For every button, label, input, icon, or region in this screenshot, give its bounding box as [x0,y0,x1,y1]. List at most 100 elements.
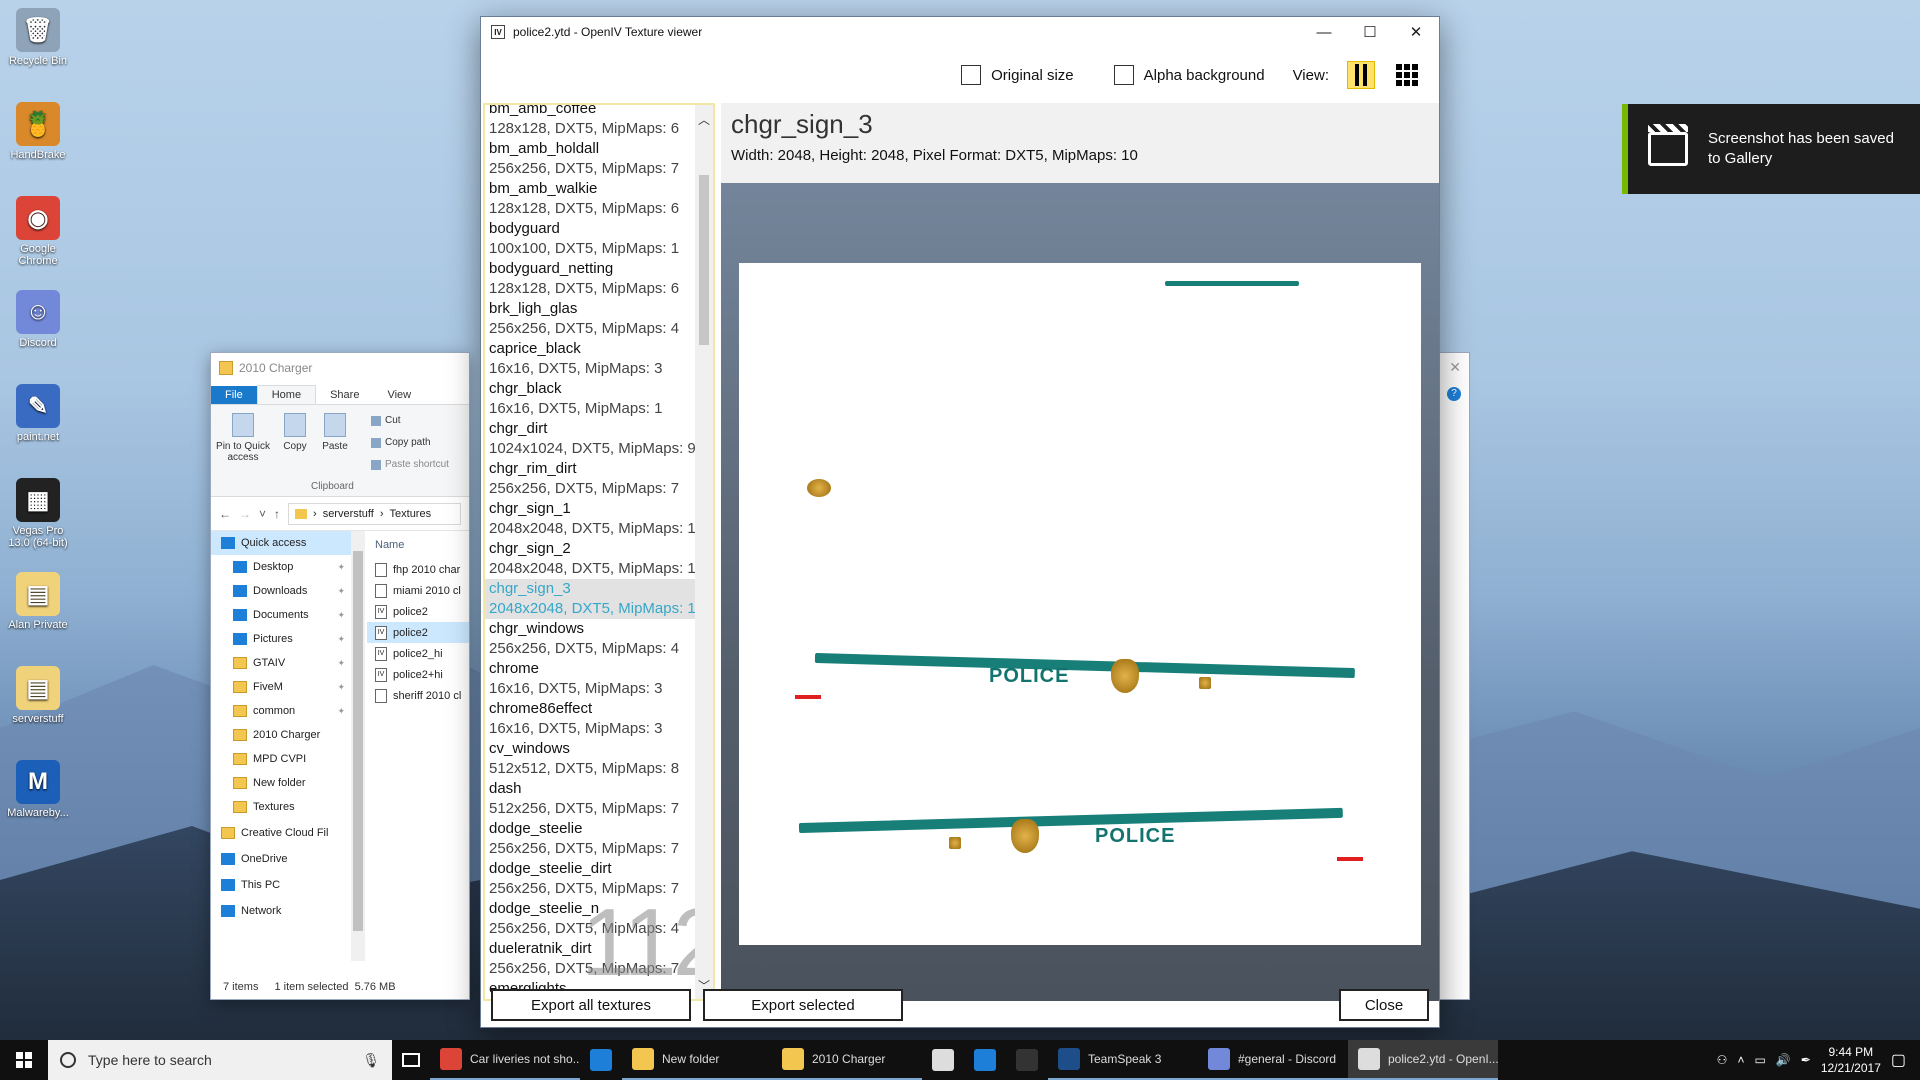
forward-arrow-icon[interactable]: → [239,507,251,521]
pin-icon[interactable]: ✦ [337,706,345,717]
desktop-icon[interactable]: ☺ Discord [4,290,72,349]
texture-preview-area[interactable]: POLICE POLICE [721,183,1439,1001]
nav-item[interactable]: Downloads ✦ [211,579,351,603]
file-row[interactable]: IV police2+hi [367,664,469,685]
openiv-texture-viewer-window[interactable]: IV police2.ytd - OpenIV Texture viewer —… [480,16,1440,1028]
address-bar[interactable]: › serverstuff › Textures [288,502,461,525]
start-button[interactable] [0,1040,48,1080]
nav-item[interactable]: Documents ✦ [211,603,351,627]
file-row[interactable]: IV police2_hi [367,643,469,664]
breadcrumb-serverstuff[interactable]: serverstuff [323,508,374,520]
taskbar-app-button[interactable]: TeamSpeak 3 [1048,1040,1198,1080]
nav-item[interactable]: MPD CVPI [211,747,351,771]
navigation-scrollbar[interactable] [351,531,365,961]
pin-icon[interactable]: ✦ [337,562,345,573]
paste-button[interactable]: Paste [315,413,355,452]
taskbar-clock[interactable]: 9:44 PM 12/21/2017 [1821,1044,1881,1076]
texture-list-item[interactable]: caprice_black 16x16, DXT5, MipMaps: 3 [485,339,713,379]
taskbar-app-button[interactable]: Car liveries not sho... [430,1040,580,1080]
nav-item[interactable]: Network [211,899,351,923]
nav-item[interactable]: Creative Cloud Fil [211,821,351,845]
desktop-icon[interactable]: ▦ Vegas Pro 13.0 (64-bit) [4,478,72,549]
texture-list-item[interactable]: chgr_windows 256x256, DXT5, MipMaps: 4 [485,619,713,659]
file-row[interactable]: sheriff 2010 cl [367,685,469,706]
show-hidden-icons-chevron-icon[interactable]: ˄ [1737,1053,1744,1067]
texture-list-item[interactable]: chgr_dirt 1024x1024, DXT5, MipMaps: 9 [485,419,713,459]
texture-list-item[interactable]: cv_windows 512x512, DXT5, MipMaps: 8 [485,739,713,779]
cut-button[interactable]: Cut [371,415,401,426]
nav-item[interactable]: common ✦ [211,699,351,723]
desktop-icon[interactable]: 🍍 HandBrake [4,102,72,161]
file-explorer-window[interactable]: 2010 Charger File Home Share View Pin to… [210,352,470,1000]
pin-icon[interactable]: ✦ [337,682,345,693]
texture-list-item[interactable]: chgr_black 16x16, DXT5, MipMaps: 1 [485,379,713,419]
texture-list-item[interactable]: chgr_sign_1 2048x2048, DXT5, MipMaps: 1 [485,499,713,539]
view-grid-button[interactable] [1393,61,1421,89]
texture-list-item[interactable]: bm_amb_holdall 256x256, DXT5, MipMaps: 7 [485,139,713,179]
nav-item[interactable]: OneDrive [211,847,351,871]
view-single-button[interactable] [1347,61,1375,89]
export-all-textures-button[interactable]: Export all textures [491,989,691,1021]
texture-list-item[interactable]: dash 512x256, DXT5, MipMaps: 7 [485,779,713,819]
nav-item[interactable]: This PC [211,873,351,897]
file-row[interactable]: fhp 2010 char [367,559,469,580]
pin-icon[interactable]: ✦ [337,634,345,645]
taskbar-app-button[interactable]: police2.ytd - OpenI... [1348,1040,1498,1080]
nav-item[interactable]: New folder [211,771,351,795]
taskbar-app-button[interactable] [580,1040,622,1080]
tab-home[interactable]: Home [256,385,317,404]
people-icon[interactable]: ⚇ [1717,1053,1728,1067]
file-row[interactable]: IV police2 [367,601,469,622]
taskbar-search-box[interactable]: Type here to search 🎙 [48,1040,392,1080]
volume-icon[interactable]: 🔊 [1776,1053,1791,1067]
export-selected-button[interactable]: Export selected [703,989,903,1021]
taskbar-app-button[interactable] [922,1040,964,1080]
nav-item[interactable]: Quick access [211,531,351,555]
minimize-button[interactable]: — [1301,17,1347,47]
texture-list-item[interactable]: brk_ligh_glas 256x256, DXT5, MipMaps: 4 [485,299,713,339]
action-center-icon[interactable]: ▢ [1891,1050,1906,1070]
scroll-thumb[interactable] [353,551,363,931]
desktop-icon[interactable]: ✎ paint.net [4,384,72,443]
tab-view[interactable]: View [373,386,425,404]
texture-list-item[interactable]: chgr_sign_2 2048x2048, DXT5, MipMaps: 1 [485,539,713,579]
close-button[interactable]: ✕ [1393,17,1439,47]
pin-icon[interactable]: ✦ [337,586,345,597]
breadcrumb-textures[interactable]: Textures [390,508,432,520]
desktop-icon[interactable]: M Malwareby... [4,760,72,819]
texture-list-scrollbar[interactable]: ︿ ﹀ [695,105,713,999]
close-icon[interactable]: ✕ [1449,359,1461,376]
back-arrow-icon[interactable]: ← [219,507,231,521]
checkbox-box[interactable] [1113,65,1134,85]
copy-path-button[interactable]: Copy path [371,437,431,448]
texture-list-item[interactable]: bm_amb_walkie 128x128, DXT5, MipMaps: 6 [485,179,713,219]
texture-list-item[interactable]: chrome 16x16, DXT5, MipMaps: 3 [485,659,713,699]
texture-list[interactable]: bm_amb_coffee 128x128, DXT5, MipMaps: 6 bm… [483,103,715,1001]
maximize-button[interactable]: ☐ [1347,17,1393,47]
copy-button[interactable]: Copy [275,413,315,452]
nav-item[interactable]: Textures [211,795,351,819]
desktop-icon[interactable]: ◉ Google Chrome [4,196,72,267]
nav-item[interactable]: FiveM ✦ [211,675,351,699]
texture-list-item[interactable]: chgr_sign_3 2048x2048, DXT5, MipMaps: 10 [485,579,713,619]
texture-list-item[interactable]: chrome86effect 16x16, DXT5, MipMaps: 3 [485,699,713,739]
screenshot-saved-notification[interactable]: Screenshot has been saved to Gallery [1622,104,1920,194]
pen-icon[interactable]: ✒ [1801,1053,1811,1067]
microphone-icon[interactable]: 🎙 [362,1052,380,1069]
explorer-titlebar[interactable]: 2010 Charger [211,353,469,383]
texture-list-item[interactable]: dodge_steelie 256x256, DXT5, MipMaps: 7 [485,819,713,859]
nav-item[interactable]: Pictures ✦ [211,627,351,651]
taskbar-app-button[interactable]: 2010 Charger [772,1040,922,1080]
paste-shortcut-button[interactable]: Paste shortcut [371,459,449,470]
nav-item[interactable]: Desktop ✦ [211,555,351,579]
alpha-background-checkbox[interactable]: Alpha background [1113,65,1265,85]
scroll-up-arrow-icon[interactable]: ︿ [695,111,713,129]
texture-list-item[interactable]: chgr_rim_dirt 256x256, DXT5, MipMaps: 7 [485,459,713,499]
recent-chevron-icon[interactable]: ˅ [259,507,266,521]
checkbox-box[interactable] [961,65,982,85]
desktop-icon[interactable]: ▤ Alan Private [4,572,72,631]
texture-list-item[interactable]: bodyguard 100x100, DXT5, MipMaps: 1 [485,219,713,259]
tab-share[interactable]: Share [316,386,373,404]
desktop-icon[interactable]: ▤ serverstuff [4,666,72,725]
nav-item[interactable]: GTAIV ✦ [211,651,351,675]
